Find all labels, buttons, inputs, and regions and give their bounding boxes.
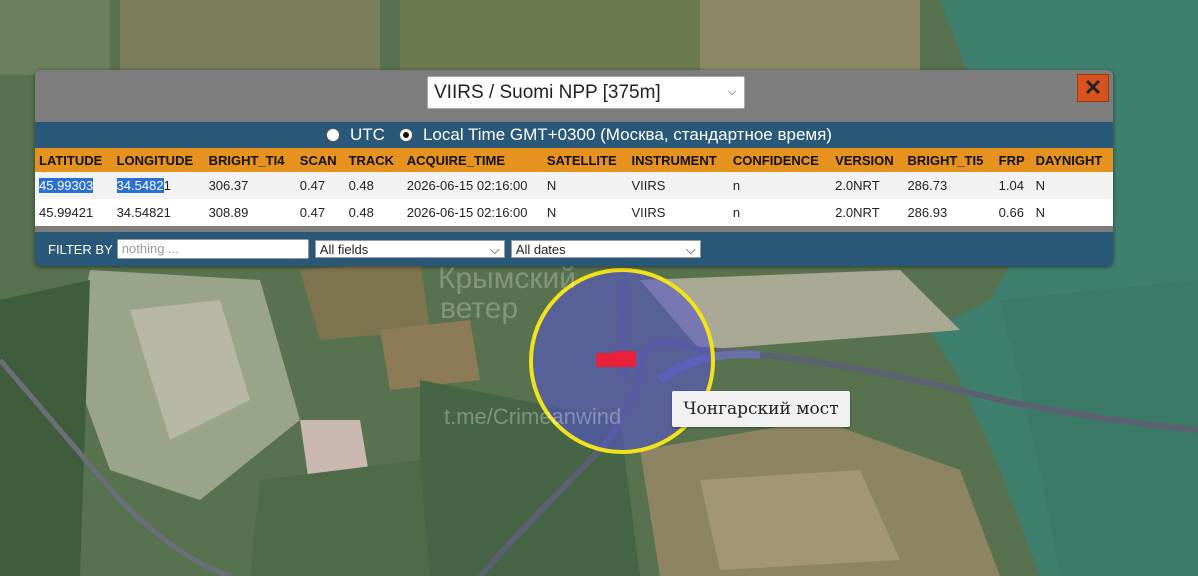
dataset-select[interactable]: VIIRS / Suomi NPP [375m] ⌵ bbox=[427, 76, 745, 109]
cell-satellite: N bbox=[546, 178, 557, 193]
cell-longitude: 34.54821 bbox=[113, 172, 205, 199]
fire-data-popup: VIIRS / Suomi NPP [375m] ⌵ ✕ UTC Local T… bbox=[35, 70, 1113, 266]
utc-label: UTC bbox=[350, 125, 385, 144]
cell-confidence: n bbox=[732, 205, 741, 220]
col-frp[interactable]: FRP bbox=[995, 148, 1032, 172]
col-instrument[interactable]: INSTRUMENT bbox=[627, 148, 728, 172]
date-select-value: All dates bbox=[515, 242, 566, 257]
cell-track: 0.48 bbox=[348, 205, 374, 220]
cell-longitude-rest: 1 bbox=[163, 178, 171, 193]
col-scan[interactable]: SCAN bbox=[296, 148, 345, 172]
table-row[interactable]: 45.99421 34.54821 308.89 0.47 0.48 2026-… bbox=[35, 199, 1113, 226]
filter-label: FILTER BY bbox=[48, 241, 113, 257]
utc-radio[interactable] bbox=[326, 128, 341, 142]
selected-text: 45.99303 bbox=[39, 178, 94, 193]
cell-latitude: 45.99421 bbox=[39, 205, 94, 220]
cell-instrument: VIIRS bbox=[631, 205, 666, 220]
chevron-down-icon: ⌵ bbox=[489, 242, 500, 257]
cell-satellite: N bbox=[546, 205, 557, 220]
col-longitude[interactable]: LONGITUDE bbox=[113, 148, 205, 172]
field-select-value: All fields bbox=[319, 242, 369, 257]
cell-acquire-time: 2026-06-15 02:16:00 bbox=[406, 205, 528, 220]
cell-scan: 0.47 bbox=[299, 178, 326, 193]
chevron-down-icon: ⌵ bbox=[728, 86, 737, 98]
chevron-down-icon: ⌵ bbox=[685, 242, 696, 257]
cell-version: 2.0NRT bbox=[835, 178, 880, 193]
cell-frp: 1.04 bbox=[998, 178, 1024, 193]
bridge-label: Чонгарский мост bbox=[672, 391, 850, 427]
col-version[interactable]: VERSION bbox=[831, 148, 903, 172]
watermark-line1: Крымский bbox=[438, 262, 576, 295]
col-bright-ti5[interactable]: BRIGHT_TI5 bbox=[903, 148, 994, 172]
col-confidence[interactable]: CONFIDENCE bbox=[729, 148, 831, 172]
fire-data-table: LATITUDE LONGITUDE BRIGHT_TI4 SCAN TRACK… bbox=[35, 148, 1113, 226]
time-mode-bar: UTC Local Time GMT+0300 (Москва, стандар… bbox=[35, 122, 1113, 148]
cell-bright-ti4: 308.89 bbox=[208, 205, 249, 220]
cell-scan: 0.47 bbox=[299, 205, 326, 220]
col-latitude[interactable]: LATITUDE bbox=[35, 148, 113, 172]
local-time-radio[interactable] bbox=[398, 128, 413, 142]
cell-confidence: n bbox=[732, 178, 741, 193]
dataset-select-value: VIIRS / Suomi NPP [375m] bbox=[434, 81, 661, 103]
cell-daynight: N bbox=[1035, 205, 1046, 220]
cell-version: 2.0NRT bbox=[835, 205, 880, 220]
col-bright-ti4[interactable]: BRIGHT_TI4 bbox=[205, 148, 296, 172]
field-select[interactable]: All fields ⌵ bbox=[314, 240, 505, 258]
cell-bright-ti5: 286.93 bbox=[907, 205, 948, 220]
col-daynight[interactable]: DAYNIGHT bbox=[1032, 148, 1113, 172]
filter-bar: FILTER BY nothing ... All fields ⌵ All d… bbox=[35, 232, 1113, 266]
cell-track: 0.48 bbox=[348, 178, 374, 193]
watermark-link: t.me/Crimeanwind bbox=[444, 404, 621, 429]
date-select[interactable]: All dates ⌵ bbox=[510, 240, 701, 258]
fire-hotspot-marker bbox=[596, 353, 614, 367]
cell-latitude: 45.99303 bbox=[35, 172, 113, 199]
local-time-label: Local Time GMT+0300 (Москва, стандартное… bbox=[422, 125, 832, 144]
watermark-line2: ветер bbox=[440, 292, 518, 325]
cell-frp: 0.66 bbox=[998, 205, 1024, 220]
filter-input[interactable]: nothing ... bbox=[116, 239, 309, 259]
col-acquire-time[interactable]: ACQUIRE_TIME bbox=[403, 148, 543, 172]
cell-bright-ti4: 306.37 bbox=[208, 178, 249, 193]
col-track[interactable]: TRACK bbox=[345, 148, 403, 172]
cell-acquire-time: 2026-06-15 02:16:00 bbox=[406, 178, 528, 193]
col-satellite[interactable]: SATELLITE bbox=[543, 148, 628, 172]
cell-longitude: 34.54821 bbox=[116, 205, 171, 220]
cell-daynight: N bbox=[1035, 178, 1046, 193]
close-button[interactable]: ✕ bbox=[1077, 74, 1109, 102]
cell-bright-ti5: 286.73 bbox=[907, 178, 948, 193]
cell-instrument: VIIRS bbox=[631, 178, 666, 193]
table-row[interactable]: 45.99303 34.54821 306.37 0.47 0.48 2026-… bbox=[35, 172, 1113, 199]
selected-text: 34.5482 bbox=[116, 178, 164, 193]
table-header: LATITUDE LONGITUDE BRIGHT_TI4 SCAN TRACK… bbox=[35, 148, 1113, 172]
fire-hotspot-marker-2 bbox=[614, 351, 636, 367]
